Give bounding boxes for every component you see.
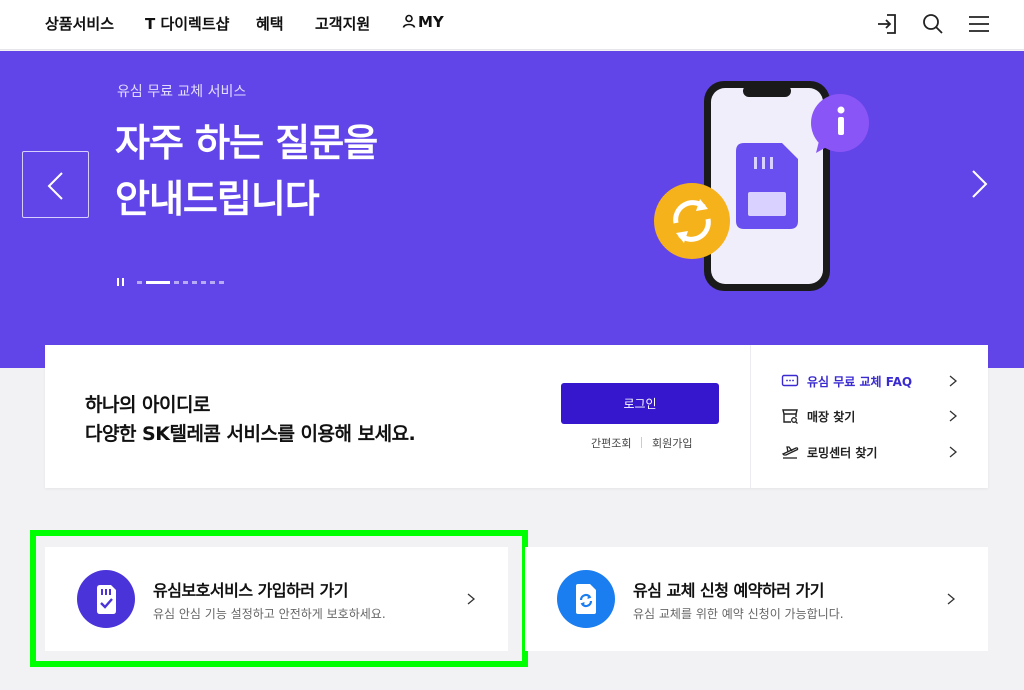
slide-dot[interactable]: [192, 281, 197, 284]
sim-replacement-reservation-card[interactable]: 유심 교체 신청 예약하러 가기 유심 교체를 위한 예약 신청이 가능합니다.: [525, 547, 988, 651]
login-icon[interactable]: [874, 11, 900, 37]
quick-link-label: 로밍센터 찾기: [807, 446, 878, 460]
hero-title-line1: 자주 하는 질문을: [115, 121, 378, 165]
chevron-left-icon: [47, 172, 63, 200]
chevron-right-icon: [972, 170, 988, 198]
slide-dot[interactable]: [137, 281, 142, 284]
slide-dot[interactable]: [174, 281, 179, 284]
menu-icon[interactable]: [966, 11, 992, 37]
service-title: 유심보호서비스 가입하러 가기: [153, 581, 349, 600]
service-description: 유심 교체를 위한 예약 신청이 가능합니다.: [633, 607, 844, 621]
service-title: 유심 교체 신청 예약하러 가기: [633, 581, 824, 600]
hero-prev-button[interactable]: [22, 151, 89, 218]
login-button[interactable]: 로그인: [561, 383, 719, 424]
slide-dot[interactable]: [183, 281, 188, 284]
chevron-right-icon: [467, 593, 476, 605]
hero-title: 자주 하는 질문을 안내드립니다: [115, 115, 378, 227]
login-message-line1: 하나의 아이디로: [85, 394, 210, 416]
nav-item-direct-shop[interactable]: T 다이렉트샵: [145, 13, 229, 34]
nav-item-products[interactable]: 상품서비스: [45, 13, 114, 34]
refresh-doc-icon: [557, 570, 615, 628]
login-links: 간편조회 회원가입: [561, 435, 719, 451]
service-description: 유심 안심 기능 설정하고 안전하게 보호하세요.: [153, 607, 386, 621]
quick-link-store-finder[interactable]: 매장 찾기: [781, 405, 961, 427]
card-divider: [750, 345, 751, 488]
sim-check-icon: [77, 570, 135, 628]
login-message: 하나의 아이디로 다양한 SK텔레콤 서비스를 이용해 보세요.: [85, 391, 416, 449]
nav-item-support[interactable]: 고객지원: [315, 13, 370, 34]
slide-dot[interactable]: [219, 281, 224, 284]
slide-dot[interactable]: [210, 281, 215, 284]
hero-title-line2: 안내드립니다: [115, 177, 320, 221]
airplane-icon: [781, 446, 799, 459]
user-icon: [402, 14, 416, 28]
store-icon: [782, 409, 798, 424]
faq-icon: [781, 374, 799, 387]
nav-item-my-label: MY: [418, 13, 444, 31]
nav-item-my[interactable]: MY: [402, 13, 444, 31]
nav-item-benefits[interactable]: 혜택: [256, 13, 284, 34]
search-icon[interactable]: [920, 11, 946, 37]
chevron-right-icon: [949, 410, 958, 422]
login-card: 하나의 아이디로 다양한 SK텔레콤 서비스를 이용해 보세요. 로그인 간편조…: [45, 345, 988, 488]
quick-link-sim-faq[interactable]: 유심 무료 교체 FAQ: [781, 370, 961, 392]
quick-link-label: 매장 찾기: [807, 410, 856, 424]
top-navigation: 상품서비스 T 다이렉트샵 혜택 고객지원 MY: [0, 0, 1024, 50]
chevron-right-icon: [949, 446, 958, 458]
signup-link[interactable]: 회원가입: [652, 435, 692, 451]
link-divider: [641, 437, 642, 448]
hero-subtitle: 유심 무료 교체 서비스: [117, 84, 247, 100]
easy-inquiry-link[interactable]: 간편조회: [591, 435, 631, 451]
phone-sim-illustration: [654, 81, 869, 291]
sim-protection-service-card[interactable]: 유심보호서비스 가입하러 가기 유심 안심 기능 설정하고 안전하게 보호하세요…: [45, 547, 508, 651]
pause-icon[interactable]: [116, 277, 126, 287]
hero-banner: 유심 무료 교체 서비스 자주 하는 질문을 안내드립니다: [0, 51, 1024, 368]
slide-dot[interactable]: [146, 281, 170, 284]
hero-next-button[interactable]: [962, 166, 998, 202]
quick-link-roaming-center[interactable]: 로밍센터 찾기: [781, 441, 961, 463]
slide-dot[interactable]: [201, 281, 206, 284]
chevron-right-icon: [947, 593, 956, 605]
quick-link-label: 유심 무료 교체 FAQ: [807, 375, 913, 389]
login-message-line2: 다양한 SK텔레콤 서비스를 이용해 보세요.: [85, 423, 416, 445]
chevron-right-icon: [949, 375, 958, 387]
